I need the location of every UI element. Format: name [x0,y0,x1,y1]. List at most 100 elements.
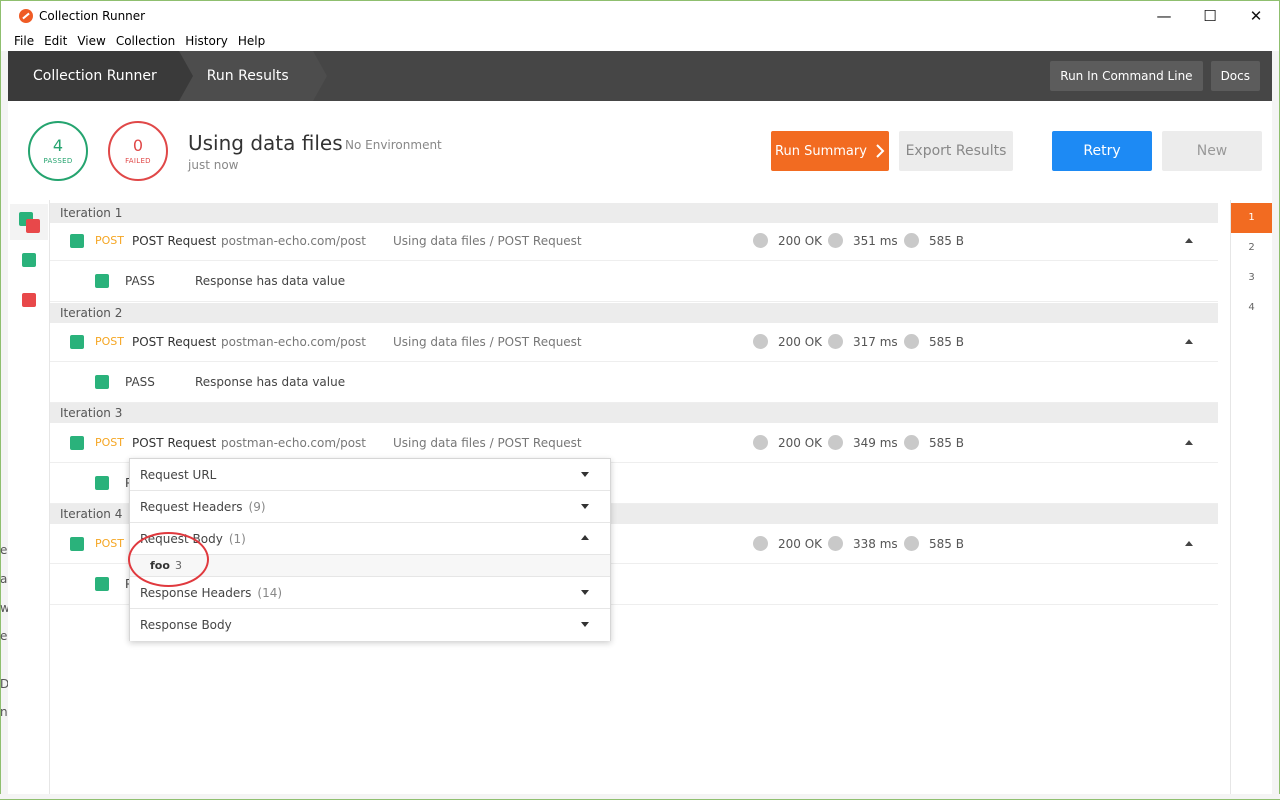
collapse-caret-icon[interactable] [1185,339,1193,344]
passed-label: PASSED [43,157,73,165]
collapse-caret-icon[interactable] [1185,238,1193,243]
pass-square-icon [95,476,109,490]
status-dot-icon [753,233,768,248]
request-url: postman-echo.com/post [221,335,367,349]
minimize-button[interactable]: — [1141,1,1187,31]
test-result: PASS [125,274,155,288]
test-name: Response has data value [195,375,346,389]
run-summary-header: 4 PASSED 0 FAILED Using data files No En… [8,101,1272,200]
pass-square-icon [95,577,109,591]
request-row[interactable]: POST POST Request postman-echo.com/post … [50,423,1218,463]
breadcrumb-run-results[interactable]: Run Results [178,51,327,101]
iteration-tab-1[interactable]: 1 [1231,203,1272,233]
run-in-command-line-button[interactable]: Run In Command Line [1050,61,1203,91]
collapse-caret-icon[interactable] [1185,541,1193,546]
top-nav-actions: Run In Command Line Docs [1050,51,1272,101]
response-status: 200 OK [778,436,823,450]
pass-square-icon [95,375,109,389]
background-text: n [0,705,8,719]
export-results-button[interactable]: Export Results [899,131,1013,171]
test-name: Response has data value [195,274,346,288]
response-body-section[interactable]: Response Body [130,609,610,641]
response-status: 200 OK [778,234,823,248]
maximize-button[interactable]: ☐ [1187,1,1233,31]
fail-square-icon [26,219,40,233]
passed-count: 4 [52,136,64,155]
menu-help[interactable]: Help [233,34,270,48]
filter-passed-button[interactable] [22,253,36,267]
breadcrumb-collection-runner[interactable]: Collection Runner [8,51,193,101]
window-frame-right [1272,51,1280,800]
request-headers-section[interactable]: Request Headers (9) [130,491,610,523]
response-status: 200 OK [778,335,823,349]
filter-all-button[interactable] [10,204,48,240]
passed-counter: 4 PASSED [28,121,88,181]
menu-view[interactable]: View [72,34,110,48]
result-filter-column [8,200,50,794]
new-button[interactable]: New [1162,131,1262,171]
postman-logo-icon [19,8,33,23]
annotation-highlight-circle [128,532,209,587]
iteration-tab-3[interactable]: 3 [1231,263,1272,293]
menu-history[interactable]: History [180,34,233,48]
caret-down-icon [581,504,589,509]
time-dot-icon [828,334,843,349]
run-environment: No Environment [345,138,442,152]
status-dot-icon [753,536,768,551]
iteration-header: Iteration 3 [50,403,1218,423]
pass-square-icon [95,274,109,288]
size-dot-icon [904,233,919,248]
window-frame-bottom [0,794,1280,800]
title-bar: Collection Runner — ☐ ✕ [0,0,1280,30]
failed-count: 0 [132,136,144,155]
request-method: POST [95,234,124,247]
status-dot-icon [753,435,768,450]
response-time: 351 ms [853,234,898,248]
request-method: POST [95,537,124,550]
background-text: e [0,543,8,557]
menu-collection[interactable]: Collection [111,34,180,48]
run-summary-label: Run Summary [775,143,867,159]
filter-failed-button[interactable] [22,293,36,307]
request-row[interactable]: POST POST Request postman-echo.com/post … [50,322,1218,362]
response-headers-section[interactable]: Response Headers (14) [130,577,610,609]
time-dot-icon [828,435,843,450]
caret-down-icon [581,590,589,595]
section-label: Request Headers (9) [140,491,266,523]
request-row[interactable]: POST POST Request postman-echo.com/post … [50,221,1218,261]
time-dot-icon [828,536,843,551]
iteration-tab-2[interactable]: 2 [1231,233,1272,263]
failed-counter: 0 FAILED [108,121,168,181]
window-title: Collection Runner [39,8,146,23]
menu-bar: File Edit View Collection History Help [0,30,1280,51]
response-size: 585 B [929,234,964,248]
request-name: POST Request [132,335,217,349]
menu-edit[interactable]: Edit [39,34,72,48]
size-dot-icon [904,334,919,349]
iteration-tab-4[interactable]: 4 [1231,293,1272,323]
request-url: postman-echo.com/post [221,436,367,450]
request-path: Using data files / POST Request [393,335,582,349]
caret-up-icon [581,535,589,540]
close-button[interactable]: ✕ [1233,1,1279,31]
request-name: POST Request [132,436,217,450]
caret-down-icon [581,622,589,627]
request-method: POST [95,335,124,348]
test-result: PASS [125,375,155,389]
response-status: 200 OK [778,537,823,551]
menu-file[interactable]: File [9,34,39,48]
response-time: 317 ms [853,335,898,349]
run-timestamp: just now [188,158,239,172]
iteration-selector: 1 2 3 4 [1230,200,1272,794]
request-url-section[interactable]: Request URL [130,459,610,491]
retry-button[interactable]: Retry [1052,131,1152,171]
pass-square-icon [70,537,84,551]
test-row: PASS Response has data value [50,261,1218,302]
docs-button[interactable]: Docs [1210,61,1260,91]
section-count: (14) [257,586,283,600]
section-title: Request Headers [140,500,243,514]
collapse-caret-icon[interactable] [1185,440,1193,445]
response-time: 338 ms [853,537,898,551]
run-summary-button[interactable]: Run Summary [771,131,889,171]
section-label: Request URL [140,468,217,482]
